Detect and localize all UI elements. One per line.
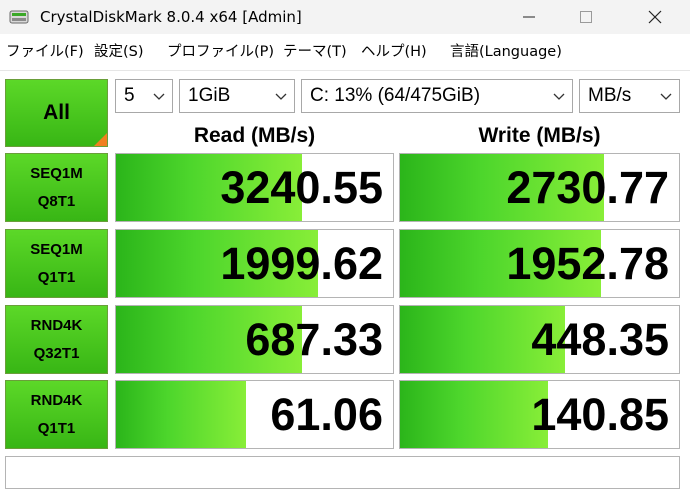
read-result-cell: 3240.55 bbox=[115, 153, 394, 222]
read-result-bar bbox=[116, 381, 247, 448]
drive-value: C: 13% (64/475GiB) bbox=[310, 85, 481, 106]
size-select[interactable]: 1GiB bbox=[179, 79, 295, 113]
write-result-cell: 2730.77 bbox=[399, 153, 680, 222]
size-value: 1GiB bbox=[188, 85, 231, 106]
write-result-value: 140.85 bbox=[531, 389, 669, 440]
read-result-value: 687.33 bbox=[245, 314, 383, 365]
title-bar: CrystalDiskMark 8.0.4 x64 [Admin] bbox=[0, 0, 690, 34]
unit-select[interactable]: MB/s bbox=[579, 79, 680, 113]
chevron-down-icon bbox=[660, 93, 672, 100]
write-result-cell: 448.35 bbox=[399, 305, 680, 374]
test-button-line1: RND4K bbox=[30, 391, 83, 409]
test-button-line1: SEQ1M bbox=[30, 164, 83, 182]
menu-bar: ファイル(F) 設定(S) プロファイル(P) テーマ(T) ヘルプ(H) 言語… bbox=[0, 34, 690, 71]
menu-help[interactable]: ヘルプ(H) bbox=[361, 34, 427, 70]
read-result-cell: 687.33 bbox=[115, 305, 394, 374]
read-result-value: 1999.62 bbox=[220, 238, 383, 289]
app-disk-icon bbox=[9, 10, 29, 24]
maximize-icon bbox=[580, 11, 592, 23]
maximize-button[interactable] bbox=[563, 0, 609, 34]
close-button[interactable] bbox=[632, 0, 678, 34]
test-button-line2: Q1T1 bbox=[37, 419, 76, 437]
test-button-rnd4k-q1t1[interactable]: RND4K Q1T1 bbox=[5, 380, 108, 449]
write-result-value: 1952.78 bbox=[506, 238, 669, 289]
chevron-down-icon bbox=[553, 93, 565, 100]
menu-language[interactable]: 言語(Language) bbox=[450, 34, 562, 70]
unit-value: MB/s bbox=[588, 85, 632, 106]
test-button-rnd4k-q32t1[interactable]: RND4K Q32T1 bbox=[5, 305, 108, 374]
menu-settings[interactable]: 設定(S) bbox=[94, 34, 144, 70]
window-title: CrystalDiskMark 8.0.4 x64 [Admin] bbox=[40, 8, 302, 26]
read-result-value: 61.06 bbox=[270, 389, 383, 440]
minimize-button[interactable] bbox=[506, 0, 552, 34]
drive-select[interactable]: C: 13% (64/475GiB) bbox=[301, 79, 573, 113]
test-button-line1: SEQ1M bbox=[30, 240, 83, 258]
write-result-value: 448.35 bbox=[531, 314, 669, 365]
chevron-down-icon bbox=[153, 93, 165, 100]
write-result-bar bbox=[400, 381, 548, 448]
write-result-cell: 140.85 bbox=[399, 380, 680, 449]
menu-file[interactable]: ファイル(F) bbox=[6, 34, 84, 70]
write-result-value: 2730.77 bbox=[506, 162, 669, 213]
test-button-seq1m-q1t1[interactable]: SEQ1M Q1T1 bbox=[5, 229, 108, 298]
all-button[interactable]: All bbox=[5, 79, 108, 147]
all-button-label: All bbox=[43, 101, 70, 124]
menu-profile[interactable]: プロファイル(P) bbox=[167, 34, 274, 70]
comment-input[interactable] bbox=[5, 456, 680, 489]
all-corner-marker bbox=[94, 133, 107, 146]
count-select[interactable]: 5 bbox=[115, 79, 173, 113]
read-result-cell: 61.06 bbox=[115, 380, 394, 449]
count-value: 5 bbox=[124, 85, 135, 106]
write-result-cell: 1952.78 bbox=[399, 229, 680, 298]
chevron-down-icon bbox=[275, 93, 287, 100]
read-result-cell: 1999.62 bbox=[115, 229, 394, 298]
write-header: Write (MB/s) bbox=[478, 124, 601, 147]
test-button-line2: Q1T1 bbox=[37, 268, 76, 286]
minimize-icon bbox=[523, 16, 535, 18]
read-header: Read (MB/s) bbox=[193, 124, 316, 147]
test-button-seq1m-q8t1[interactable]: SEQ1M Q8T1 bbox=[5, 153, 108, 222]
close-icon bbox=[648, 10, 662, 24]
menu-theme[interactable]: テーマ(T) bbox=[283, 34, 347, 70]
test-button-line2: Q32T1 bbox=[33, 344, 80, 362]
read-result-value: 3240.55 bbox=[220, 162, 383, 213]
test-button-line2: Q8T1 bbox=[37, 192, 76, 210]
test-button-line1: RND4K bbox=[30, 316, 83, 334]
